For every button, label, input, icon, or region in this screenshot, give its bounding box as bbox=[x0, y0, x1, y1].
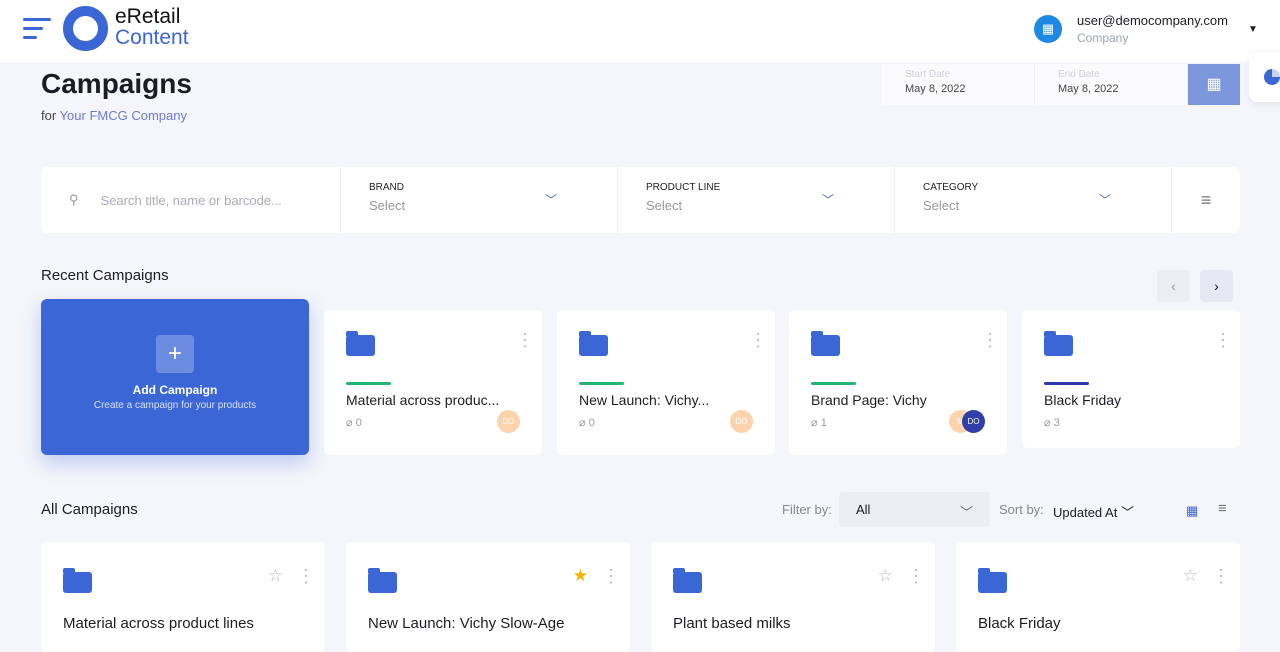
campaign-card[interactable]: ★ ⋮ New Launch: Vichy Slow-Age bbox=[346, 542, 630, 652]
filter-by-label: Filter by: bbox=[782, 502, 832, 517]
prev-button[interactable]: ‹ bbox=[1157, 270, 1190, 302]
recent-campaign-card[interactable]: ⋮ Brand Page: Vichy ⌀ 1 M DO bbox=[789, 310, 1007, 455]
all-campaigns-heading: All Campaigns bbox=[41, 501, 138, 518]
attachment-count: ⌀ 0 bbox=[346, 417, 362, 429]
count-value: 0 bbox=[355, 417, 362, 429]
campaign-title: Material across product lines bbox=[63, 615, 254, 632]
more-options-icon[interactable]: ⋮ bbox=[1212, 567, 1230, 585]
brand-select[interactable]: BRAND Select ﹀ bbox=[341, 167, 618, 233]
more-options-icon[interactable]: ⋮ bbox=[981, 331, 999, 349]
filter-select[interactable]: All ﹀ bbox=[839, 492, 990, 527]
caret-down-icon[interactable]: ▼ bbox=[1248, 24, 1258, 35]
folder-icon bbox=[978, 568, 1007, 593]
recent-campaign-card[interactable]: ⋮ Black Friday ⌀ 3 bbox=[1022, 310, 1240, 448]
count-value: 3 bbox=[1053, 417, 1060, 429]
folder-icon bbox=[1044, 331, 1073, 356]
campaign-title: Plant based milks bbox=[673, 615, 791, 632]
subtitle-prefix: for bbox=[41, 108, 57, 123]
company-building-icon: ▦ bbox=[1034, 15, 1062, 43]
end-date-label: End Date bbox=[1058, 69, 1100, 80]
status-bar bbox=[811, 382, 856, 385]
campaign-title: New Launch: Vichy... bbox=[579, 392, 710, 408]
category-select[interactable]: CATEGORY Select ﹀ bbox=[895, 167, 1172, 233]
attachment-count: ⌀ 1 bbox=[811, 417, 827, 429]
user-avatar: DO bbox=[497, 410, 520, 433]
end-date-value[interactable]: May 8, 2022 bbox=[1058, 83, 1164, 95]
company-link[interactable]: Your FMCG Company bbox=[60, 108, 187, 123]
start-date-value[interactable]: May 8, 2022 bbox=[905, 83, 1011, 95]
folder-icon bbox=[346, 331, 375, 356]
campaign-card[interactable]: ☆ ⋮ Black Friday bbox=[956, 542, 1240, 652]
more-options-icon[interactable]: ⋮ bbox=[907, 567, 925, 585]
add-campaign-subtitle: Create a campaign for your products bbox=[93, 400, 257, 411]
more-options-icon[interactable]: ⋮ bbox=[602, 567, 620, 585]
search-placeholder: Search title, name or barcode... bbox=[100, 192, 282, 208]
campaign-title: Material across produc... bbox=[346, 392, 500, 408]
add-campaign-title: Add Campaign bbox=[132, 383, 218, 397]
campaign-card[interactable]: ☆ ⋮ Material across product lines bbox=[41, 542, 325, 652]
folder-icon bbox=[63, 568, 92, 593]
status-bar bbox=[579, 382, 624, 385]
star-icon[interactable]: ☆ bbox=[1183, 566, 1198, 586]
campaign-title: New Launch: Vichy Slow-Age bbox=[368, 615, 565, 632]
start-date-label: Start Date bbox=[905, 69, 951, 80]
filter-icon[interactable]: ≡ bbox=[1172, 167, 1240, 233]
filter-value: All bbox=[856, 502, 871, 517]
more-options-icon[interactable]: ⋮ bbox=[749, 331, 767, 349]
chevron-down-icon: ﹀ bbox=[959, 505, 973, 520]
folder-icon bbox=[368, 568, 397, 593]
calendar-icon[interactable]: ▦ bbox=[1188, 64, 1240, 105]
search-icon: ⚲ bbox=[69, 192, 79, 207]
next-button[interactable]: › bbox=[1200, 270, 1233, 302]
top-bar: eRetail Content ▦ user@democompany.com C… bbox=[0, 0, 1280, 62]
folder-icon bbox=[673, 568, 702, 593]
chevron-down-icon: ﹀ bbox=[544, 193, 557, 207]
sort-select[interactable]: Updated At ﹀ bbox=[1053, 502, 1134, 521]
grid-view-icon[interactable]: ▦ bbox=[1186, 503, 1198, 519]
campaign-title: Black Friday bbox=[1044, 392, 1122, 408]
search-input[interactable]: ⚲ Search title, name or barcode... bbox=[41, 167, 341, 233]
folder-icon bbox=[579, 331, 608, 356]
chevron-down-icon: ﹀ bbox=[821, 193, 834, 207]
user-email[interactable]: user@democompany.com bbox=[1077, 13, 1228, 28]
chevron-down-icon: ﹀ bbox=[1098, 193, 1111, 207]
add-campaign-button[interactable]: + Add Campaign Create a campaign for you… bbox=[41, 299, 309, 455]
logo-icon bbox=[63, 6, 108, 51]
page-subtitle: for Your FMCG Company bbox=[41, 108, 187, 123]
status-bar bbox=[346, 382, 391, 385]
recent-campaign-card[interactable]: ⋮ Material across produc... ⌀ 0 DO bbox=[324, 310, 542, 455]
sort-value: Updated At bbox=[1053, 505, 1118, 520]
sort-by-label: Sort by: bbox=[999, 502, 1044, 517]
more-options-icon[interactable]: ⋮ bbox=[297, 567, 315, 585]
user-avatar: DO bbox=[730, 410, 753, 433]
count-value: 1 bbox=[820, 417, 827, 429]
campaign-title: Black Friday bbox=[978, 615, 1061, 632]
more-options-icon[interactable]: ⋮ bbox=[516, 331, 534, 349]
status-bar bbox=[1044, 382, 1089, 385]
hamburger-menu-icon[interactable] bbox=[23, 18, 51, 45]
attachment-count: ⌀ 0 bbox=[579, 417, 595, 429]
filter-bar: ⚲ Search title, name or barcode... BRAND S… bbox=[41, 167, 1240, 233]
campaign-title: Brand Page: Vichy bbox=[811, 392, 927, 408]
user-avatar: DO bbox=[962, 410, 985, 433]
star-icon[interactable]: ★ bbox=[573, 566, 588, 586]
campaign-card[interactable]: ☆ ⋮ Plant based milks bbox=[651, 542, 935, 652]
recent-campaign-card[interactable]: ⋮ New Launch: Vichy... ⌀ 0 DO bbox=[557, 310, 775, 455]
date-range-picker[interactable]: Start Date May 8, 2022 End Date May 8, 202… bbox=[882, 64, 1240, 105]
plus-icon: + bbox=[156, 335, 194, 373]
product-line-select[interactable]: PRODUCT LINE Select ﹀ bbox=[618, 167, 895, 233]
attachment-count: ⌀ 3 bbox=[1044, 417, 1060, 429]
pie-chart-icon[interactable] bbox=[1249, 52, 1280, 102]
star-icon[interactable]: ☆ bbox=[878, 566, 893, 586]
recent-campaigns-heading: Recent Campaigns bbox=[41, 267, 169, 284]
star-icon[interactable]: ☆ bbox=[268, 566, 283, 586]
page-title: Campaigns bbox=[41, 68, 192, 99]
more-options-icon[interactable]: ⋮ bbox=[1214, 331, 1232, 349]
list-view-icon[interactable]: ≡ bbox=[1218, 500, 1227, 517]
user-role: Company bbox=[1077, 31, 1129, 45]
folder-icon bbox=[811, 331, 840, 356]
logo-text-2: Content bbox=[115, 26, 189, 49]
count-value: 0 bbox=[588, 417, 595, 429]
